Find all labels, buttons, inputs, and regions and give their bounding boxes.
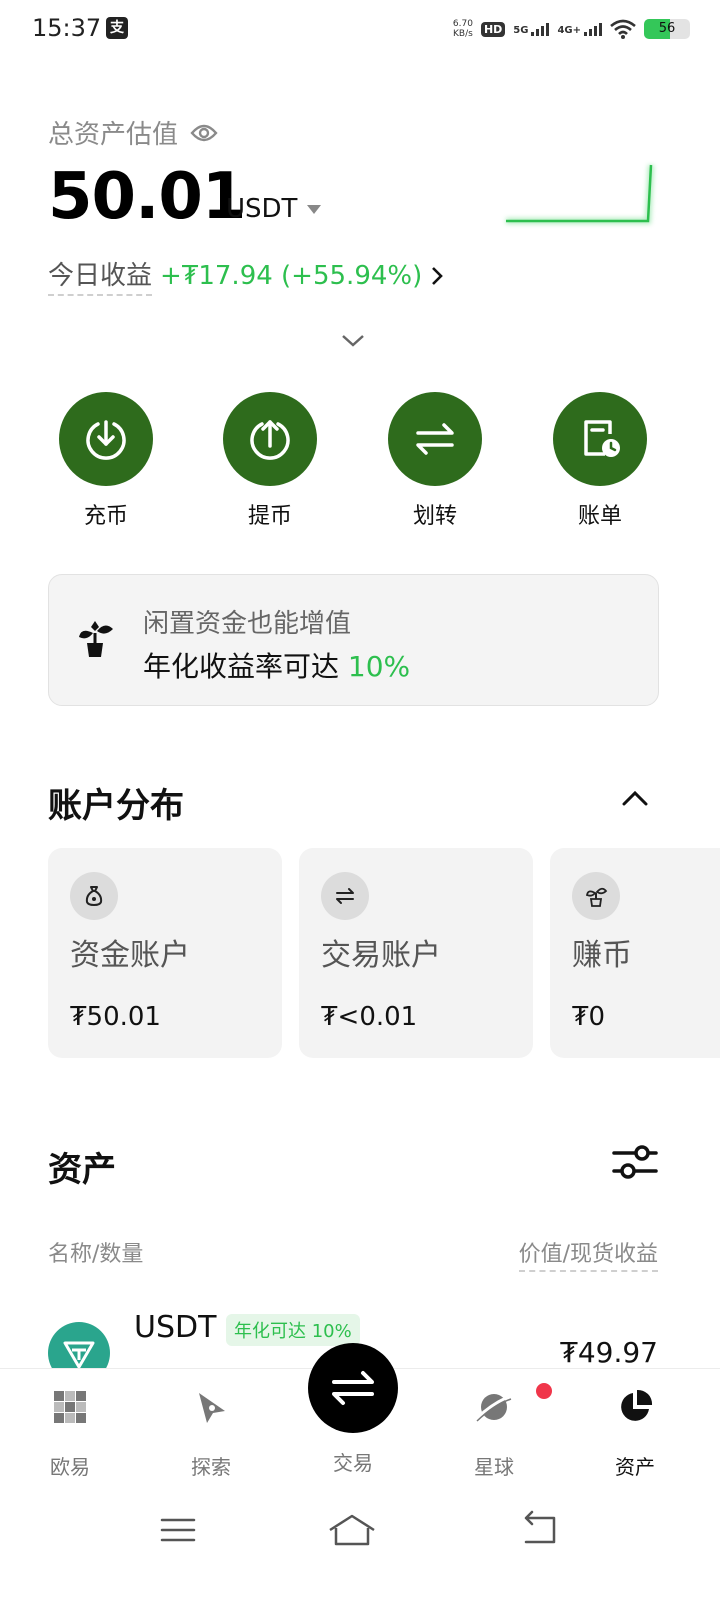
bill-icon bbox=[584, 420, 620, 457]
promo-rate: 10% bbox=[347, 650, 411, 683]
quick-actions: 充币 提币 划转 账单 bbox=[0, 392, 720, 532]
signal-4g-icon: 4G+ bbox=[557, 22, 602, 36]
withdraw-label: 提币 bbox=[247, 504, 292, 529]
account-card-funding[interactable]: 资金账户 ₮50.01 bbox=[48, 848, 282, 1058]
status-time: 15:37 bbox=[32, 14, 102, 42]
deposit-button[interactable]: 充币 bbox=[46, 392, 166, 530]
sprout-icon bbox=[79, 621, 113, 657]
withdraw-icon bbox=[250, 420, 290, 460]
column-header-name: 名称/数量 bbox=[48, 1242, 144, 1267]
pie-chart-icon bbox=[621, 1389, 653, 1421]
deposit-icon bbox=[86, 420, 126, 460]
money-bag-icon bbox=[85, 886, 103, 907]
currency-selector[interactable]: USDT bbox=[226, 194, 322, 224]
column-header-value[interactable]: 价值/现货收益 bbox=[518, 1236, 658, 1272]
nav-label: 探索 bbox=[191, 1455, 231, 1479]
promo-title: 闲置资金也能增值 bbox=[143, 609, 352, 639]
battery-icon: 56 bbox=[644, 19, 690, 39]
system-nav-bar bbox=[0, 1490, 720, 1600]
nav-explore[interactable]: 探索 bbox=[161, 1387, 261, 1480]
asset-apr-badge: 年化可达 10% bbox=[226, 1314, 360, 1346]
home-icon[interactable] bbox=[322, 1510, 382, 1550]
expand-chevron-icon[interactable] bbox=[338, 330, 368, 350]
notification-dot bbox=[536, 1383, 552, 1399]
sprout-icon bbox=[585, 887, 608, 907]
nav-okx[interactable]: 欧易 bbox=[20, 1387, 120, 1480]
hd-icon: HD bbox=[480, 21, 506, 37]
dropdown-triangle-icon bbox=[307, 204, 322, 214]
signal-5g-icon: 5G bbox=[513, 22, 550, 36]
nav-label: 资产 bbox=[615, 1455, 655, 1479]
nav-assets[interactable]: 资产 bbox=[585, 1387, 685, 1480]
asset-trend-sparkline bbox=[506, 164, 654, 224]
swap-icon bbox=[336, 888, 354, 904]
status-indicators: 6.70 KB/s HD 5G 4G+ 56 bbox=[453, 14, 690, 44]
account-value: ₮<0.01 bbox=[321, 1002, 418, 1032]
pay-notification-icon: 支 bbox=[106, 17, 128, 39]
account-cards-scroller[interactable]: 资金账户 ₮50.01 交易账户 ₮<0.01 赚币 ₮0 bbox=[48, 848, 720, 1060]
compass-icon bbox=[199, 1393, 225, 1423]
nav-planet[interactable]: 星球 bbox=[444, 1383, 552, 1480]
status-bar: 15:37 支 6.70 KB/s HD 5G 4G+ 56 bbox=[0, 0, 720, 56]
deposit-label: 充币 bbox=[83, 504, 128, 529]
earn-promo-card[interactable]: 闲置资金也能增值 年化收益率可达 10% bbox=[48, 574, 659, 706]
account-distribution-title: 账户分布 bbox=[48, 786, 184, 826]
withdraw-button[interactable]: 提币 bbox=[210, 392, 330, 530]
assets-title: 资产 bbox=[48, 1150, 116, 1190]
bill-button[interactable]: 账单 bbox=[540, 392, 660, 530]
wifi-icon bbox=[610, 19, 636, 39]
nav-label-trade: 交易 bbox=[333, 1451, 373, 1475]
account-name: 资金账户 bbox=[70, 938, 190, 973]
account-name: 交易账户 bbox=[321, 938, 441, 973]
bottom-nav: 欧易 探索 交易 星球 资产 bbox=[0, 1343, 720, 1490]
transfer-label: 划转 bbox=[412, 504, 457, 529]
chevron-right-icon bbox=[432, 266, 444, 285]
filter-sliders-icon[interactable] bbox=[612, 1142, 658, 1182]
asset-value: ₮49.97 bbox=[560, 1336, 658, 1369]
promo-subtitle: 年化收益率可达 10% bbox=[143, 650, 411, 683]
asset-name: USDT bbox=[134, 1310, 217, 1345]
network-speed: 6.70 KB/s bbox=[452, 19, 473, 39]
nav-label: 星球 bbox=[474, 1455, 514, 1479]
eye-icon[interactable] bbox=[190, 123, 218, 143]
planet-icon bbox=[475, 1394, 512, 1422]
today-profit-label: 今日收益 bbox=[48, 255, 153, 296]
bill-label: 账单 bbox=[577, 504, 622, 529]
chevron-up-icon[interactable] bbox=[620, 786, 650, 810]
account-name: 赚币 bbox=[572, 938, 632, 973]
transfer-button[interactable]: 划转 bbox=[375, 392, 495, 530]
nav-label: 欧易 bbox=[50, 1455, 90, 1479]
transfer-icon bbox=[416, 423, 454, 455]
menu-icon[interactable] bbox=[148, 1510, 208, 1550]
account-card-trading[interactable]: 交易账户 ₮<0.01 bbox=[299, 848, 533, 1058]
today-profit-row[interactable]: 今日收益 +₮17.94 (+55.94%) bbox=[48, 255, 444, 296]
account-value: ₮0 bbox=[572, 1002, 606, 1032]
today-profit-value: +₮17.94 (+55.94%) bbox=[160, 260, 423, 291]
trade-swap-icon bbox=[332, 1371, 374, 1405]
total-asset-amount: 50.01 bbox=[48, 160, 246, 234]
account-card-earn[interactable]: 赚币 ₮0 bbox=[550, 848, 720, 1058]
total-asset-label: 总资产估值 bbox=[48, 114, 218, 151]
account-value: ₮50.01 bbox=[70, 1002, 161, 1032]
nav-trade-button[interactable] bbox=[308, 1343, 398, 1433]
okx-logo-icon bbox=[54, 1391, 86, 1423]
back-icon[interactable] bbox=[508, 1510, 568, 1550]
